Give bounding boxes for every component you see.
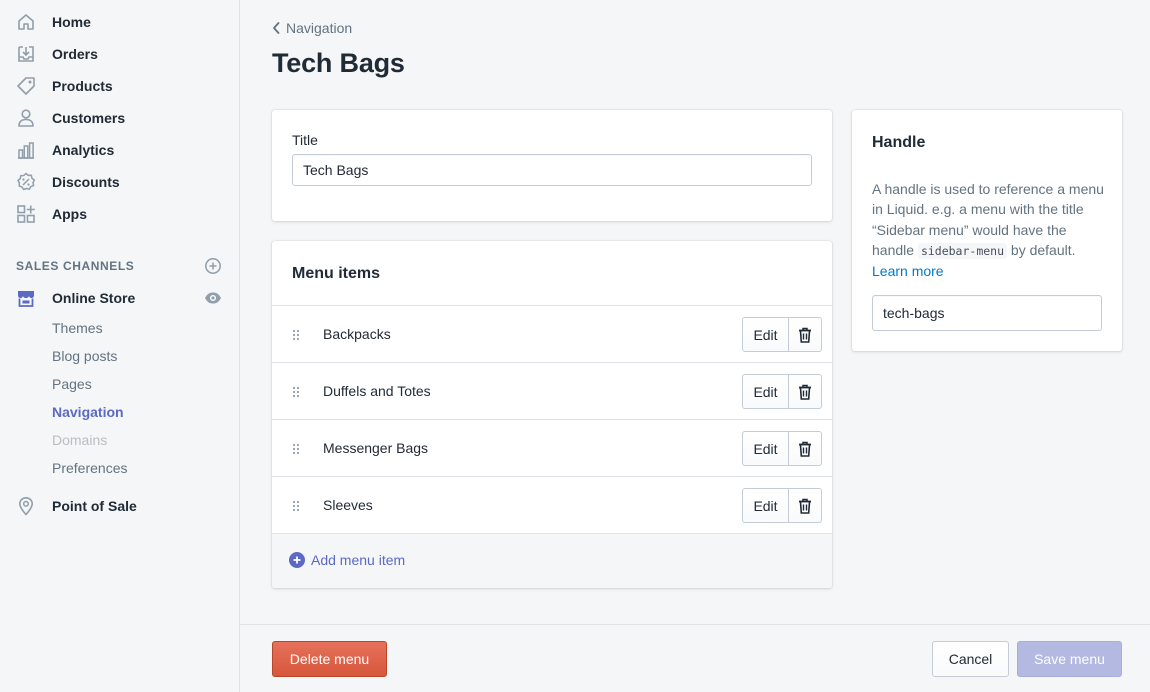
row-actions: Edit bbox=[742, 488, 822, 523]
footer-divider bbox=[240, 624, 1150, 625]
breadcrumb-label: Navigation bbox=[286, 20, 353, 36]
title-label: Title bbox=[292, 132, 318, 148]
row-actions: Edit bbox=[742, 317, 822, 352]
trash-icon bbox=[799, 327, 811, 343]
handle-description: A handle is used to reference a menu in … bbox=[872, 179, 1108, 281]
trash-icon bbox=[799, 498, 811, 514]
handle-input[interactable]: tech-bags bbox=[872, 295, 1102, 331]
menu-items-heading: Menu items bbox=[292, 265, 381, 282]
sidebar-item-products[interactable]: Products bbox=[0, 70, 239, 102]
trash-icon bbox=[799, 384, 811, 400]
learn-more-link[interactable]: Learn more bbox=[872, 263, 944, 279]
sidebar-item-label: Customers bbox=[52, 110, 126, 126]
add-menu-item-button[interactable]: Add menu item bbox=[289, 552, 405, 568]
sidebar-subitem-blog-posts[interactable]: Blog posts bbox=[52, 348, 117, 364]
edit-button[interactable]: Edit bbox=[742, 374, 789, 409]
list-item: Sleeves Edit bbox=[272, 476, 832, 533]
sidebar-item-orders[interactable]: Orders bbox=[0, 38, 239, 70]
sidebar-item-label: Home bbox=[52, 14, 91, 30]
orders-icon bbox=[16, 44, 36, 64]
sidebar-item-label: Orders bbox=[52, 46, 98, 62]
trash-icon bbox=[799, 441, 811, 457]
save-menu-button[interactable]: Save menu bbox=[1017, 641, 1122, 677]
handle-desc-text-2: by default. bbox=[1007, 241, 1076, 258]
delete-item-button[interactable] bbox=[789, 431, 822, 466]
add-menu-item-label: Add menu item bbox=[311, 552, 406, 568]
row-actions: Edit bbox=[742, 431, 822, 466]
sidebar-item-label: Apps bbox=[52, 206, 87, 222]
sidebar-item-discounts[interactable]: Discounts bbox=[0, 166, 239, 198]
menu-item-label: Backpacks bbox=[323, 326, 391, 342]
list-item: Duffels and Totes Edit bbox=[272, 362, 832, 419]
sidebar-item-label: Point of Sale bbox=[52, 498, 137, 514]
sidebar-subitem-pages[interactable]: Pages bbox=[52, 376, 92, 392]
sidebar-item-label: Analytics bbox=[52, 142, 115, 158]
sidebar-item-apps[interactable]: Apps bbox=[0, 198, 239, 230]
delete-item-button[interactable] bbox=[789, 488, 822, 523]
sidebar-subitem-themes[interactable]: Themes bbox=[52, 320, 103, 336]
row-actions: Edit bbox=[742, 374, 822, 409]
drag-handle-icon[interactable] bbox=[292, 328, 300, 341]
add-sales-channel-icon[interactable] bbox=[204, 257, 222, 275]
location-pin-icon bbox=[16, 496, 36, 516]
page-title: Tech Bags bbox=[272, 48, 405, 78]
add-menu-item-row: Add menu item bbox=[272, 533, 832, 588]
menu-item-label: Messenger Bags bbox=[323, 440, 429, 456]
apps-icon bbox=[16, 204, 36, 224]
delete-item-button[interactable] bbox=[789, 374, 822, 409]
sidebar-subitem-preferences[interactable]: Preferences bbox=[52, 460, 127, 476]
menu-item-label: Sleeves bbox=[323, 497, 373, 513]
breadcrumb[interactable]: Navigation bbox=[270, 20, 352, 36]
sidebar-item-analytics[interactable]: Analytics bbox=[0, 134, 239, 166]
title-input[interactable]: Tech Bags bbox=[292, 154, 812, 186]
store-icon bbox=[16, 288, 36, 308]
handle-heading: Handle bbox=[872, 134, 926, 151]
cancel-button[interactable]: Cancel bbox=[932, 641, 1009, 677]
sales-channels-title: SALES CHANNELS bbox=[16, 259, 135, 273]
drag-handle-icon[interactable] bbox=[292, 385, 300, 398]
sidebar-item-label: Products bbox=[52, 78, 113, 94]
sidebar-item-label: Online Store bbox=[52, 290, 136, 306]
menu-items-card: Menu items Backpacks Edit Duffels and To… bbox=[272, 241, 832, 588]
handle-card: Handle A handle is used to reference a m… bbox=[852, 110, 1122, 351]
home-icon bbox=[16, 12, 36, 32]
drag-handle-icon[interactable] bbox=[292, 442, 300, 455]
list-item: Messenger Bags Edit bbox=[272, 419, 832, 476]
sidebar: Home Orders Products Customers Analytics… bbox=[0, 0, 240, 692]
sidebar-item-customers[interactable]: Customers bbox=[0, 102, 239, 134]
sidebar-item-home[interactable]: Home bbox=[0, 6, 239, 38]
chevron-left-icon bbox=[270, 20, 284, 36]
tag-icon bbox=[16, 76, 36, 96]
bar-chart-icon bbox=[16, 140, 36, 160]
sidebar-subitem-navigation[interactable]: Navigation bbox=[52, 404, 124, 420]
sidebar-item-point-of-sale[interactable]: Point of Sale bbox=[0, 490, 239, 522]
drag-handle-icon[interactable] bbox=[292, 499, 300, 512]
eye-icon[interactable] bbox=[204, 290, 222, 306]
person-icon bbox=[16, 108, 36, 128]
delete-menu-button[interactable]: Delete menu bbox=[272, 641, 387, 677]
menu-item-label: Duffels and Totes bbox=[323, 383, 431, 399]
discount-icon bbox=[16, 172, 36, 192]
sidebar-subitem-domains[interactable]: Domains bbox=[52, 432, 107, 448]
handle-code: sidebar-menu bbox=[917, 242, 1008, 259]
sidebar-item-label: Discounts bbox=[52, 174, 120, 190]
edit-button[interactable]: Edit bbox=[742, 488, 789, 523]
edit-button[interactable]: Edit bbox=[742, 317, 789, 352]
plus-circle-icon bbox=[289, 552, 305, 568]
title-card: Title Tech Bags bbox=[272, 110, 832, 221]
list-item: Backpacks Edit bbox=[272, 305, 832, 362]
delete-item-button[interactable] bbox=[789, 317, 822, 352]
edit-button[interactable]: Edit bbox=[742, 431, 789, 466]
